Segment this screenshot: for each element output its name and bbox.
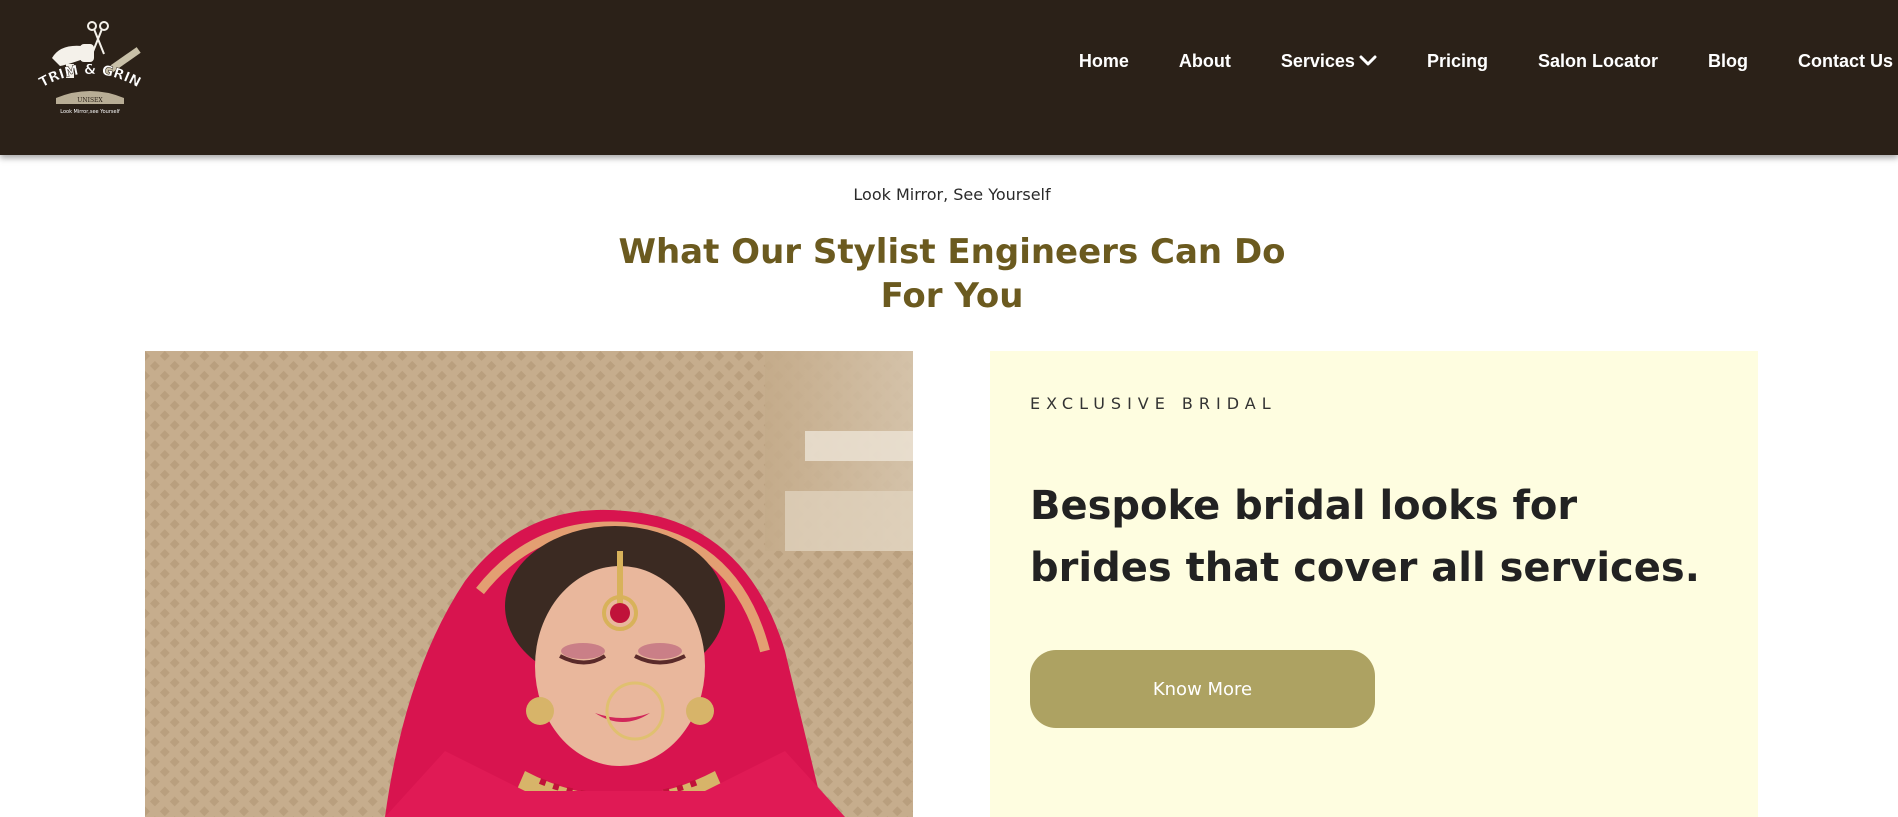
nav-services[interactable]: Services	[1281, 51, 1377, 72]
svg-text:Look Mirror,see Yourself: Look Mirror,see Yourself	[60, 109, 120, 115]
chevron-down-icon	[1359, 54, 1377, 68]
nav-about[interactable]: About	[1179, 51, 1231, 72]
section-title: What Our Stylist Engineers Can Do For Yo…	[0, 230, 1898, 318]
section-title-line-1: What Our Stylist Engineers Can Do	[618, 232, 1286, 272]
bridal-feature-card: EXCLUSIVE BRIDAL Bespoke bridal looks fo…	[990, 351, 1758, 817]
brand-logo[interactable]: TRIM & GRIN UNISEX Look Mirror,see Yours…	[30, 18, 150, 122]
svg-text:UNISEX: UNISEX	[77, 97, 103, 104]
nav-pricing[interactable]: Pricing	[1427, 51, 1488, 72]
feature-eyebrow: EXCLUSIVE BRIDAL	[1030, 394, 1277, 413]
bride-image	[145, 351, 913, 817]
intro-tagline: Look Mirror, See Yourself	[853, 185, 1051, 204]
nav-blog[interactable]: Blog	[1708, 51, 1748, 72]
bridal-photo	[145, 351, 913, 817]
salon-logo-icon: TRIM & GRIN UNISEX Look Mirror,see Yours…	[36, 21, 144, 115]
feature-heading: Bespoke bridal looks for brides that cov…	[1030, 475, 1730, 599]
site-header: TRIM & GRIN UNISEX Look Mirror,see Yours…	[0, 0, 1898, 155]
nav-home[interactable]: Home	[1079, 51, 1129, 72]
main-nav: Home About Services Pricing Salon Locato…	[1079, 48, 1893, 74]
svg-text:TRIM & GRIN: TRIM & GRIN	[37, 62, 144, 91]
nav-services-label: Services	[1280, 50, 1355, 71]
section-title-line-2: For You	[880, 276, 1024, 316]
feature-heading-bold: Bespoke bridal looks	[1030, 483, 1499, 529]
nav-contact[interactable]: Contact Us	[1798, 51, 1893, 72]
nav-salon-locator[interactable]: Salon Locator	[1538, 51, 1658, 72]
know-more-button[interactable]: Know More	[1030, 650, 1375, 728]
